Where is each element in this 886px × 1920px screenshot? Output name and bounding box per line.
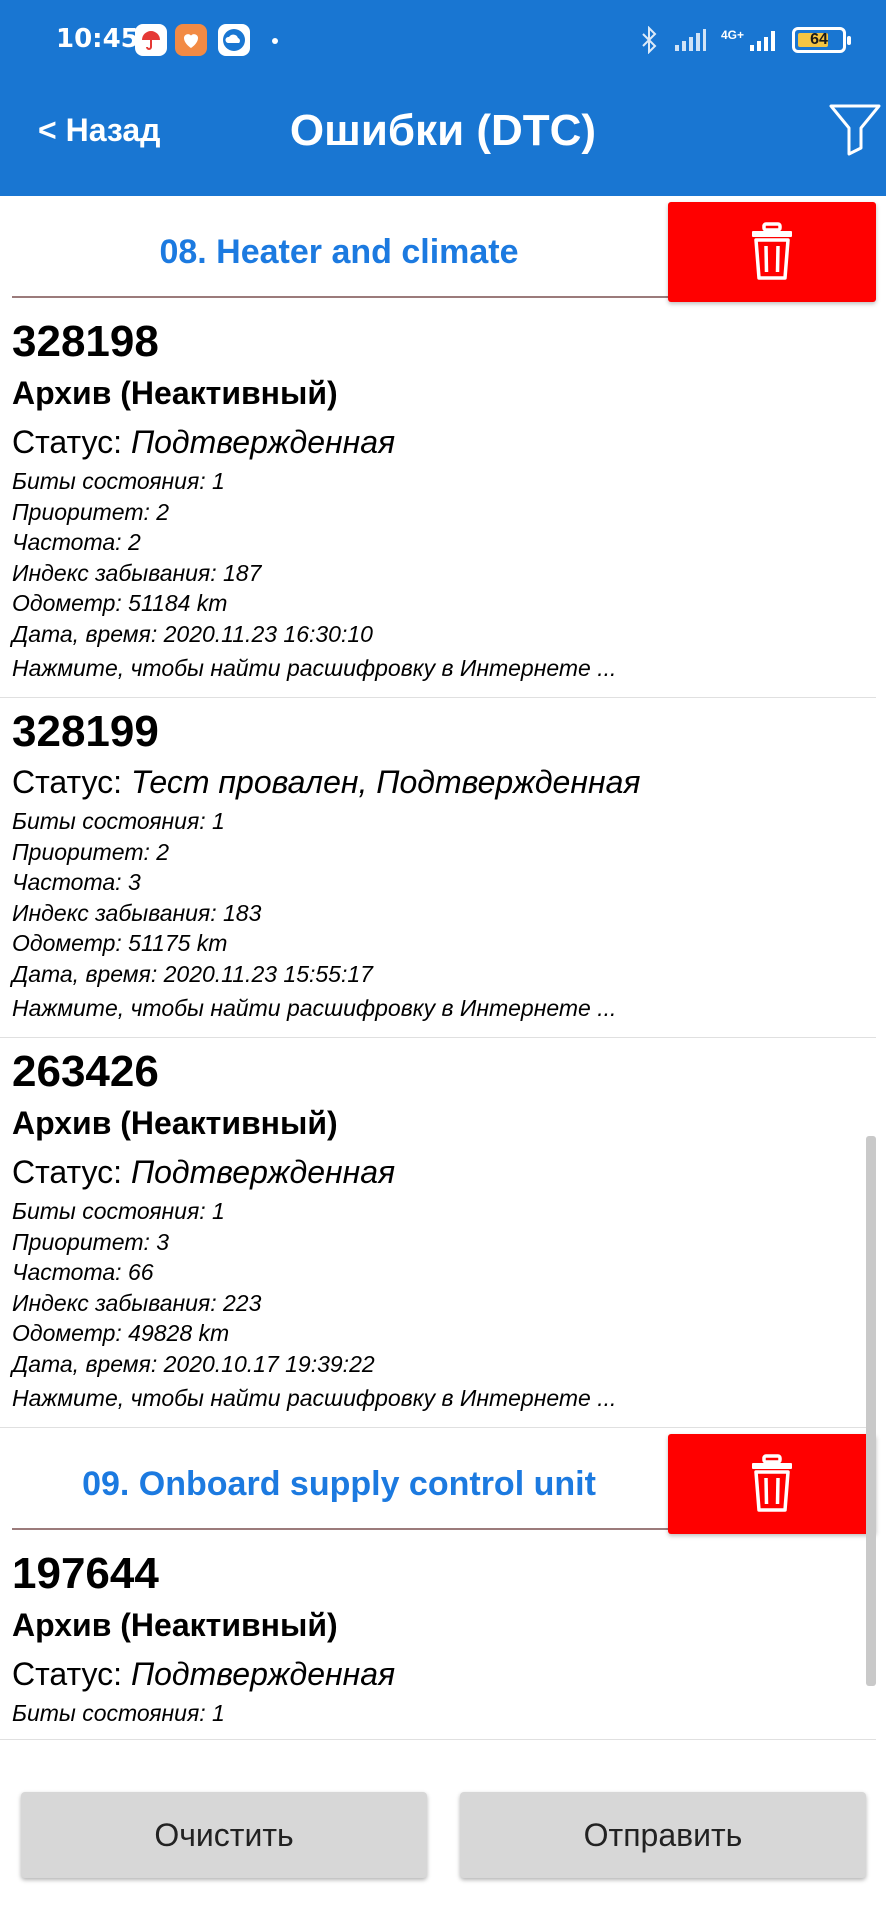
dtc-status-bits: Биты состояния: 1 <box>12 1198 225 1224</box>
status-icons: 4G+ 64 <box>639 22 851 58</box>
bluetooth-icon <box>642 26 657 54</box>
signal-4g-icon <box>750 31 775 51</box>
status-bar: 10:45 4G+ 64 <box>0 0 886 80</box>
dtc-search-link[interactable]: Нажмите, чтобы найти расшифровку в Интер… <box>12 649 864 687</box>
dtc-status: Статус: Тест провален, Подтвержденная <box>12 764 641 800</box>
group-header: 09. Onboard supply control unit <box>0 1428 886 1540</box>
battery-level: 64 <box>810 31 828 48</box>
dtc-odometer: Одометр: 51175 km <box>12 930 228 956</box>
dtc-item[interactable]: 197644 Архив (Неактивный) Статус: Подтве… <box>0 1540 876 1740</box>
dtc-status: Статус: Подтвержденная <box>12 424 396 460</box>
bottom-bar: Очистить Отправить <box>0 1776 886 1920</box>
dtc-forget-index: Индекс забывания: 223 <box>12 1289 262 1316</box>
page-title: Ошибки (DTC) <box>289 106 597 155</box>
dtc-datetime: Дата, время: 2020.11.23 15:55:17 <box>12 960 373 987</box>
heart-notification-icon <box>175 24 207 56</box>
group-title: 09. Onboard supply control unit <box>82 1464 596 1503</box>
status-time: 10:45 <box>56 24 139 54</box>
group-header: 08. Heater and climate <box>0 196 886 308</box>
more-notifications-dot <box>272 38 278 44</box>
dtc-code: 197644 <box>12 1549 159 1598</box>
delete-group-button[interactable] <box>668 202 876 302</box>
group-divider <box>12 296 668 298</box>
dtc-odometer: Одометр: 51184 km <box>12 590 228 616</box>
dtc-odometer: Одометр: 49828 km <box>12 1320 230 1346</box>
send-button[interactable]: Отправить <box>460 1792 866 1878</box>
delete-group-button[interactable] <box>668 1434 876 1534</box>
battery-icon: 64 <box>792 27 851 53</box>
dtc-forget-index: Индекс забывания: 183 <box>12 899 262 926</box>
network-type: 4G+ <box>720 28 744 42</box>
group-title: 08. Heater and climate <box>159 232 519 271</box>
dtc-datetime: Дата, время: 2020.11.23 16:30:10 <box>12 620 373 647</box>
dtc-priority: Приоритет: 2 <box>12 498 170 525</box>
dtc-code: 328198 <box>12 317 159 366</box>
dtc-item[interactable]: 263426 Архив (Неактивный) Статус: Подтве… <box>0 1038 876 1428</box>
group-divider <box>12 1528 668 1530</box>
dtc-archive-state: Архив (Неактивный) <box>12 375 338 411</box>
trash-icon <box>752 1454 792 1512</box>
app-header: 10:45 4G+ 64 < Назад Ошибки (DTC) <box>0 0 886 196</box>
trash-icon <box>752 222 792 280</box>
signal-icon <box>674 29 706 51</box>
scrollbar[interactable] <box>866 1136 876 1686</box>
cloud-notification-icon <box>218 24 250 56</box>
dtc-item[interactable]: 328198 Архив (Неактивный) Статус: Подтве… <box>0 308 876 698</box>
umbrella-notification-icon <box>135 24 167 56</box>
dtc-status: Статус: Подтвержденная <box>12 1656 396 1692</box>
dtc-status-bits: Биты состояния: 1 <box>12 468 225 494</box>
dtc-frequency: Частота: 2 <box>12 529 141 555</box>
dtc-status-bits: Биты состояния: 1 <box>12 1700 225 1726</box>
dtc-forget-index: Индекс забывания: 187 <box>12 559 262 586</box>
dtc-archive-state: Архив (Неактивный) <box>12 1607 338 1643</box>
dtc-search-link[interactable]: Нажмите, чтобы найти расшифровку в Интер… <box>12 989 864 1027</box>
dtc-frequency: Частота: 66 <box>12 1259 154 1285</box>
dtc-frequency: Частота: 3 <box>12 869 141 895</box>
dtc-datetime: Дата, время: 2020.10.17 19:39:22 <box>12 1350 375 1377</box>
dtc-code: 263426 <box>12 1047 159 1096</box>
dtc-archive-state: Архив (Неактивный) <box>12 1105 338 1141</box>
dtc-list[interactable]: 08. Heater and climate 328198 Архив (Неа… <box>0 196 886 1776</box>
dtc-code: 328199 <box>12 707 159 756</box>
dtc-status: Статус: Подтвержденная <box>12 1154 396 1190</box>
clear-button[interactable]: Очистить <box>21 1792 427 1878</box>
dtc-priority: Приоритет: 2 <box>12 838 170 865</box>
dtc-status-bits: Биты состояния: 1 <box>12 808 225 834</box>
dtc-search-link[interactable]: Нажмите, чтобы найти расшифровку в Интер… <box>12 1379 864 1417</box>
dtc-item[interactable]: 328199 Статус: Тест провален, Подтвержде… <box>0 698 876 1038</box>
dtc-priority: Приоритет: 3 <box>12 1228 170 1255</box>
filter-icon[interactable] <box>828 100 882 156</box>
